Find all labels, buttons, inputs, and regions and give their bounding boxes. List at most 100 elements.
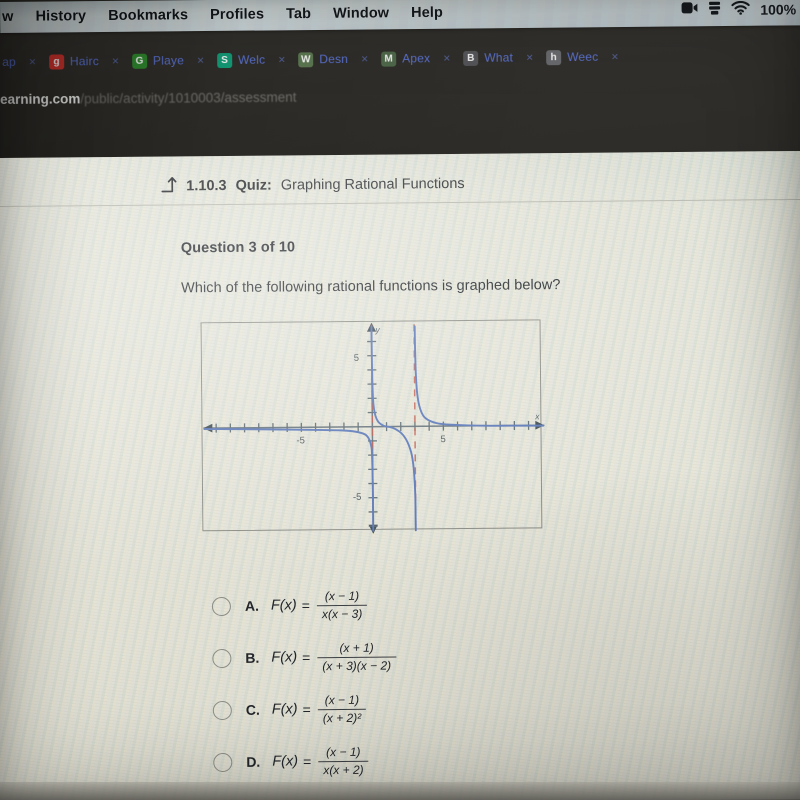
fraction: (x − 1) x(x − 3) xyxy=(316,589,368,621)
function-name: F(x) xyxy=(271,701,298,718)
browser-tab[interactable]: G Playe × xyxy=(130,53,215,69)
x-tick-label-negative: -5 xyxy=(296,435,305,446)
tab-close-icon[interactable]: × xyxy=(526,50,533,64)
answer-option-b[interactable]: B. F(x) = (x + 1) (x + 3)(x − 2) xyxy=(212,628,632,684)
menubar-item-tab[interactable]: Tab xyxy=(286,6,311,22)
wifi-icon[interactable] xyxy=(731,0,750,19)
tab-favicon-icon: h xyxy=(546,49,562,65)
tab-label: Hairc xyxy=(69,54,100,69)
x-tick-label-positive: 5 xyxy=(440,434,445,445)
graph-figure: -5 5 5 -5 x y xyxy=(200,319,547,537)
browser-tab-strip: ap × g Hairc × G Playe × S Welc × W Desn × M Apex × B What… xyxy=(0,33,800,84)
battery-percentage: 100% xyxy=(760,1,797,18)
tab-favicon-icon: S xyxy=(216,52,233,68)
tab-favicon-icon: g xyxy=(48,53,65,70)
fraction-numerator: (x − 1) xyxy=(324,589,360,604)
menubar-item-w[interactable]: w xyxy=(2,9,14,25)
answer-option-d[interactable]: D. F(x) = (x − 1) x(x + 2) xyxy=(213,732,633,788)
browser-tab[interactable]: S Welc × xyxy=(215,52,296,68)
page-bottom-edge xyxy=(0,782,800,800)
quiz-page: 1.10.3 Quiz: Graphing Rational Functions… xyxy=(0,150,800,800)
menubar-item-help[interactable]: Help xyxy=(411,5,443,21)
quiz-title: Graphing Rational Functions xyxy=(280,175,465,193)
tab-label: Welc xyxy=(237,52,266,67)
tab-close-icon[interactable]: × xyxy=(443,51,450,65)
browser-address-bar[interactable]: earning.com /public/activity/1010003/ass… xyxy=(0,82,800,110)
y-tick-label-negative: -5 xyxy=(353,492,362,503)
menubar-item-history[interactable]: History xyxy=(35,8,86,24)
radio-button[interactable] xyxy=(212,700,232,720)
macos-menubar: w History Bookmarks Profiles Tab Window Help xyxy=(0,0,800,33)
tab-label: Weec xyxy=(567,49,599,65)
menubar-status-items: 100% xyxy=(681,0,796,22)
fraction: (x − 1) (x + 2)² xyxy=(317,693,367,725)
camera-icon[interactable] xyxy=(681,1,698,19)
radio-button[interactable] xyxy=(211,596,232,616)
equals-sign: = xyxy=(302,649,311,666)
control-center-icon[interactable] xyxy=(708,1,721,20)
fraction-numerator: (x − 1) xyxy=(324,693,360,708)
fraction-numerator: (x − 1) xyxy=(326,745,361,760)
equals-sign: = xyxy=(302,701,311,718)
url-path: /public/activity/1010003/assessment xyxy=(80,89,297,106)
quiz-header-bar: 1.10.3 Quiz: Graphing Rational Functions xyxy=(0,154,800,207)
option-letter: A. xyxy=(244,597,259,614)
y-axis-label: y xyxy=(374,325,380,335)
fraction-denominator: x(x + 2) xyxy=(318,760,369,777)
x-axis-label: x xyxy=(534,411,540,421)
tab-label: Apex xyxy=(402,51,431,66)
tab-close-icon[interactable]: × xyxy=(361,52,368,66)
fraction-numerator: (x + 1) xyxy=(339,641,374,656)
tab-close-icon[interactable]: × xyxy=(278,53,285,67)
screen-moire-overlay xyxy=(0,0,800,33)
browser-tab[interactable]: ap × xyxy=(0,55,47,69)
quiz-label: Quiz: xyxy=(235,177,272,194)
answer-option-c[interactable]: C. F(x) = (x − 1) (x + 2)² xyxy=(212,680,633,736)
fraction: (x − 1) x(x + 2) xyxy=(318,745,369,777)
radio-button[interactable] xyxy=(213,752,233,772)
browser-tab[interactable]: M Apex × xyxy=(379,50,461,67)
option-letter: B. xyxy=(245,649,260,666)
tab-close-icon[interactable]: × xyxy=(197,53,204,67)
question-prompt: Which of the following rational function… xyxy=(181,277,561,297)
question-block: Question 3 of 10 Which of the following … xyxy=(181,235,781,296)
option-letter: D. xyxy=(246,753,261,770)
option-letter: C. xyxy=(245,701,260,718)
browser-tab[interactable]: B What × xyxy=(461,50,544,66)
tab-close-icon[interactable]: × xyxy=(611,50,618,64)
screenshot-root: w History Bookmarks Profiles Tab Window Help xyxy=(0,0,800,800)
function-name: F(x) xyxy=(271,649,298,666)
question-counter: Question 3 of 10 xyxy=(180,239,296,257)
url-domain: earning.com xyxy=(0,90,81,107)
browser-chrome: w History Bookmarks Profiles Tab Window Help xyxy=(0,0,800,162)
fraction: (x + 1) (x + 3)(x − 2) xyxy=(317,641,397,673)
tab-favicon-icon: G xyxy=(131,53,148,69)
tab-label: Playe xyxy=(152,53,185,68)
tab-favicon-icon: M xyxy=(381,51,397,67)
back-arrow-icon[interactable] xyxy=(158,174,177,193)
answer-option-a[interactable]: A. F(x) = (x − 1) x(x − 3) xyxy=(211,576,632,632)
menubar-item-profiles[interactable]: Profiles xyxy=(210,6,264,23)
tab-label: ap xyxy=(2,54,17,69)
browser-tab[interactable]: g Hairc × xyxy=(47,53,130,70)
y-tick-label-positive: 5 xyxy=(354,353,359,364)
tab-label: Desn xyxy=(319,51,349,67)
equals-sign: = xyxy=(301,597,310,614)
tab-favicon-icon: B xyxy=(463,50,479,66)
menubar-items: w History Bookmarks Profiles Tab Window Help xyxy=(0,2,443,28)
fraction-denominator: (x + 2)² xyxy=(317,708,367,725)
function-name: F(x) xyxy=(272,753,299,770)
tab-close-icon[interactable]: × xyxy=(112,54,119,68)
radio-button[interactable] xyxy=(212,648,232,668)
tab-label: What xyxy=(484,50,514,65)
function-name: F(x) xyxy=(270,597,297,614)
fraction-denominator: x(x − 3) xyxy=(316,604,368,621)
menubar-item-bookmarks[interactable]: Bookmarks xyxy=(108,7,188,24)
browser-tab[interactable]: W Desn × xyxy=(296,51,379,67)
menubar-item-window[interactable]: Window xyxy=(333,5,389,22)
tab-close-icon[interactable]: × xyxy=(29,55,36,69)
fraction-denominator: (x + 3)(x − 2) xyxy=(317,656,397,673)
tab-favicon-icon: W xyxy=(298,51,314,67)
browser-tab[interactable]: h Weec × xyxy=(544,49,629,65)
rational-function-graph: -5 5 5 -5 x y xyxy=(200,319,545,534)
